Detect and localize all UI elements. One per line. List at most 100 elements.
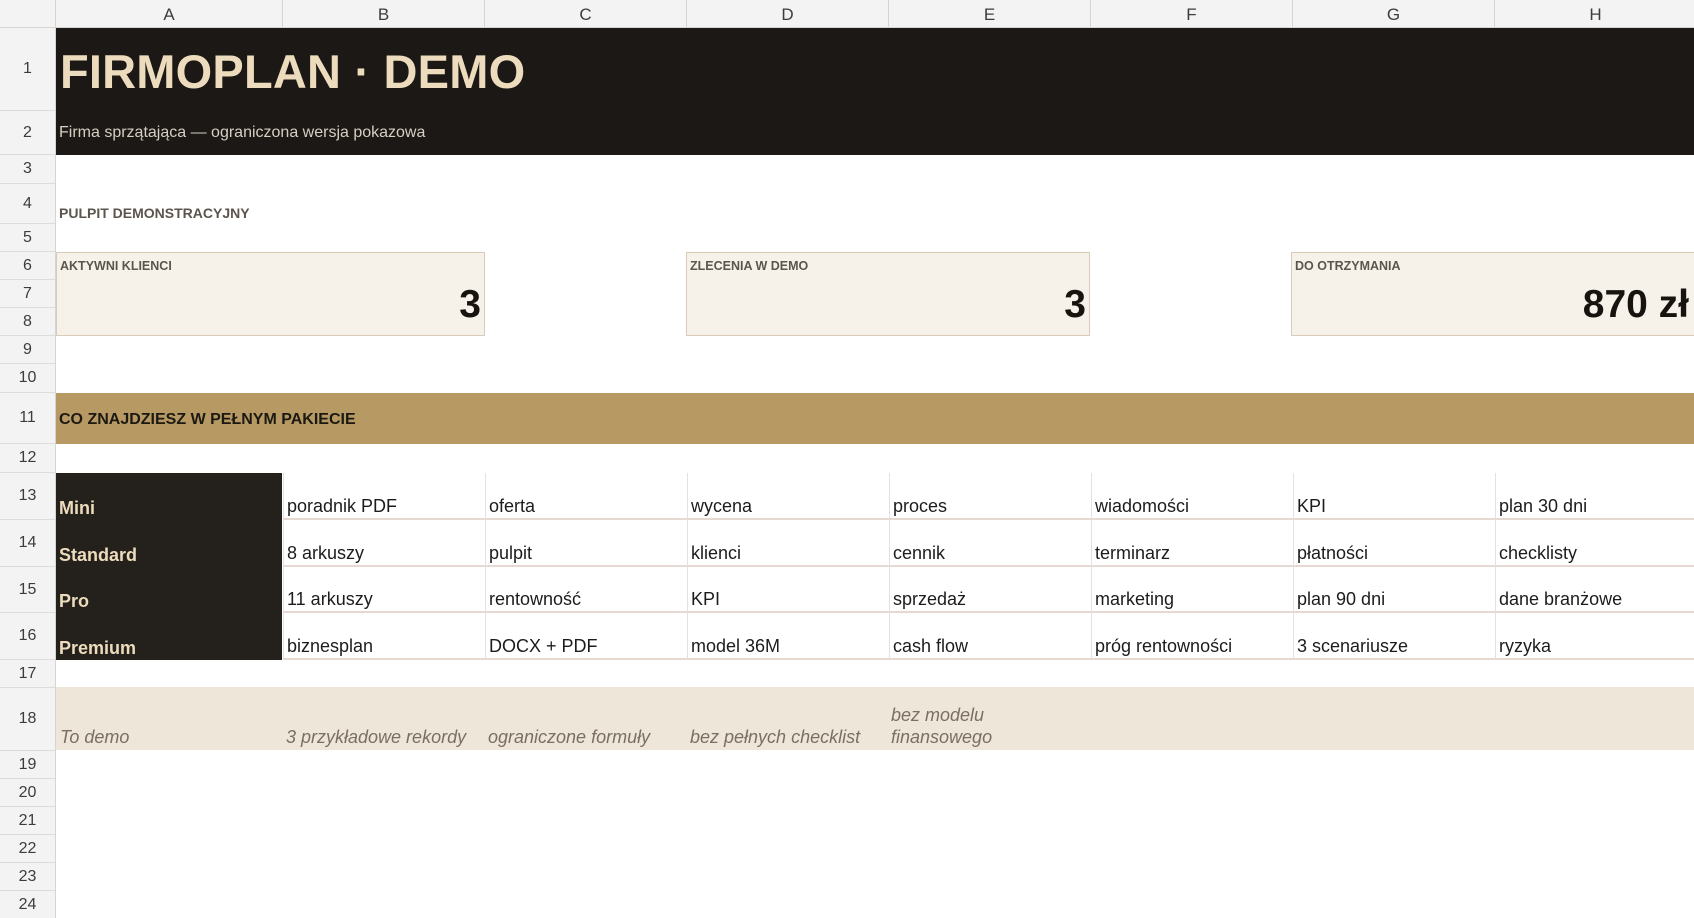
tier-feature-cell[interactable]: terminarz <box>1091 520 1293 567</box>
column-header-bar: A B C D E F G H <box>56 0 1694 28</box>
tier-feature-cell[interactable]: pulpit <box>485 520 687 567</box>
row-header-bar: 1 2 3 4 5 6 7 8 9 10 11 12 13 14 15 16 1… <box>0 28 56 918</box>
tier-name-label: Standard <box>59 545 138 565</box>
tier-feature-cell[interactable]: 8 arkuszy <box>283 520 485 567</box>
sheet-title[interactable]: FIRMOPLAN · DEMO <box>60 44 525 99</box>
tier-feature-text: próg rentowności <box>1095 636 1233 656</box>
kpi-label: ZLECENIA W DEMO <box>690 259 809 273</box>
tier-feature-cell[interactable]: biznesplan <box>283 613 485 660</box>
tier-feature-cell[interactable]: próg rentowności <box>1091 613 1293 660</box>
tier-feature-cell[interactable]: 3 scenariusze <box>1293 613 1495 660</box>
dashboard-label[interactable]: PULPIT DEMONSTRACYJNY <box>59 205 250 221</box>
kpi-card-receivables[interactable]: DO OTRZYMANIA 870 zł <box>1291 252 1694 336</box>
tier-feature-cell[interactable]: DOCX + PDF <box>485 613 687 660</box>
tier-feature-text: terminarz <box>1095 543 1171 563</box>
row-header[interactable]: 5 <box>0 224 55 252</box>
kpi-card-demo-orders[interactable]: ZLECENIA W DEMO 3 <box>686 252 1090 336</box>
tier-name-pro[interactable]: Pro <box>56 567 282 613</box>
tier-feature-cell[interactable]: checklisty <box>1495 520 1694 567</box>
demo-note-cell[interactable]: bez modelu finansowego <box>891 704 1021 748</box>
row-header[interactable]: 17 <box>0 660 55 688</box>
tier-feature-cell[interactable]: plan 30 dni <box>1495 473 1694 520</box>
row-header[interactable]: 6 <box>0 252 55 280</box>
tier-feature-cell[interactable]: proces <box>889 473 1091 520</box>
row-header[interactable]: 3 <box>0 155 55 184</box>
packages-heading[interactable]: CO ZNAJDZIESZ W PEŁNYM PAKIECIE <box>59 411 356 429</box>
demo-note-cell[interactable]: bez pełnych checklist <box>690 726 860 748</box>
demo-note-cell[interactable]: ograniczone formuły <box>488 726 650 748</box>
row-header[interactable]: 11 <box>0 393 55 444</box>
row-header[interactable]: 9 <box>0 336 55 364</box>
tier-feature-cell[interactable]: wiadomości <box>1091 473 1293 520</box>
row-header[interactable]: 24 <box>0 891 55 918</box>
tier-feature-cell[interactable]: ryzyka <box>1495 613 1694 660</box>
row-header[interactable]: 2 <box>0 111 55 155</box>
tier-feature-cell[interactable]: klienci <box>687 520 889 567</box>
tier-feature-cell[interactable]: dane branżowe <box>1495 567 1694 613</box>
row-header[interactable]: 7 <box>0 280 55 308</box>
tier-feature-text: cennik <box>893 543 946 563</box>
tier-feature-text: poradnik PDF <box>287 496 398 516</box>
tier-feature-cell[interactable]: sprzedaż <box>889 567 1091 613</box>
row-header[interactable]: 4 <box>0 184 55 224</box>
column-header-h[interactable]: H <box>1495 0 1694 27</box>
row-header[interactable]: 15 <box>0 567 55 613</box>
tier-feature-text: 3 scenariusze <box>1297 636 1409 656</box>
tier-feature-text: KPI <box>1297 496 1327 516</box>
tier-feature-text: proces <box>893 496 948 516</box>
column-header-d[interactable]: D <box>687 0 889 27</box>
kpi-label: AKTYWNI KLIENCI <box>60 259 172 273</box>
column-header-f[interactable]: F <box>1091 0 1293 27</box>
tier-feature-text: oferta <box>489 496 536 516</box>
kpi-card-active-clients[interactable]: AKTYWNI KLIENCI 3 <box>56 252 485 336</box>
spreadsheet-grid[interactable]: A B C D E F G H 1 2 3 4 5 6 7 8 9 10 11 … <box>0 0 1694 918</box>
tier-name-standard[interactable]: Standard <box>56 520 282 567</box>
tier-feature-cell[interactable]: poradnik PDF <box>283 473 485 520</box>
row-header[interactable]: 20 <box>0 779 55 807</box>
tier-name-label: Premium <box>59 638 137 658</box>
tier-feature-cell[interactable]: model 36M <box>687 613 889 660</box>
tier-name-premium[interactable]: Premium <box>56 613 282 660</box>
row-header[interactable]: 1 <box>0 28 55 111</box>
row-header[interactable]: 13 <box>0 473 55 520</box>
row-header[interactable]: 23 <box>0 863 55 891</box>
column-header-c[interactable]: C <box>485 0 687 27</box>
tier-feature-cell[interactable]: 11 arkuszy <box>283 567 485 613</box>
select-all-corner[interactable] <box>0 0 56 28</box>
tier-feature-cell[interactable]: plan 90 dni <box>1293 567 1495 613</box>
sheet-subtitle[interactable]: Firma sprzątająca — ograniczona wersja p… <box>59 124 425 142</box>
tier-feature-cell[interactable]: KPI <box>1293 473 1495 520</box>
tier-feature-cell[interactable]: płatności <box>1293 520 1495 567</box>
row-header[interactable]: 18 <box>0 688 55 751</box>
tier-feature-text: plan 90 dni <box>1297 589 1386 609</box>
column-header-g[interactable]: G <box>1293 0 1495 27</box>
demo-note-label[interactable]: To demo <box>60 726 129 748</box>
row-header[interactable]: 19 <box>0 751 55 779</box>
tier-feature-text: DOCX + PDF <box>489 636 598 656</box>
tier-name-mini[interactable]: Mini <box>56 473 282 520</box>
row-header[interactable]: 16 <box>0 613 55 660</box>
column-header-a[interactable]: A <box>56 0 283 27</box>
tier-feature-text: wiadomości <box>1095 496 1190 516</box>
row-header[interactable]: 8 <box>0 308 55 336</box>
tier-feature-cell[interactable]: cennik <box>889 520 1091 567</box>
tier-feature-cell[interactable]: wycena <box>687 473 889 520</box>
row-header[interactable]: 22 <box>0 835 55 863</box>
tier-feature-text: plan 30 dni <box>1499 496 1588 516</box>
tier-feature-text: sprzedaż <box>893 589 967 609</box>
tier-feature-cell[interactable]: oferta <box>485 473 687 520</box>
tier-feature-text: dane branżowe <box>1499 589 1623 609</box>
column-header-b[interactable]: B <box>283 0 485 27</box>
column-header-e[interactable]: E <box>889 0 1091 27</box>
demo-note-cell[interactable]: 3 przykładowe rekordy <box>286 726 466 748</box>
row-header[interactable]: 10 <box>0 364 55 393</box>
kpi-value: 3 <box>1064 283 1086 326</box>
tier-feature-cell[interactable]: KPI <box>687 567 889 613</box>
tier-feature-text: marketing <box>1095 589 1175 609</box>
row-header[interactable]: 14 <box>0 520 55 567</box>
tier-feature-cell[interactable]: marketing <box>1091 567 1293 613</box>
row-header[interactable]: 12 <box>0 444 55 473</box>
tier-feature-cell[interactable]: cash flow <box>889 613 1091 660</box>
row-header[interactable]: 21 <box>0 807 55 835</box>
tier-feature-cell[interactable]: rentowność <box>485 567 687 613</box>
